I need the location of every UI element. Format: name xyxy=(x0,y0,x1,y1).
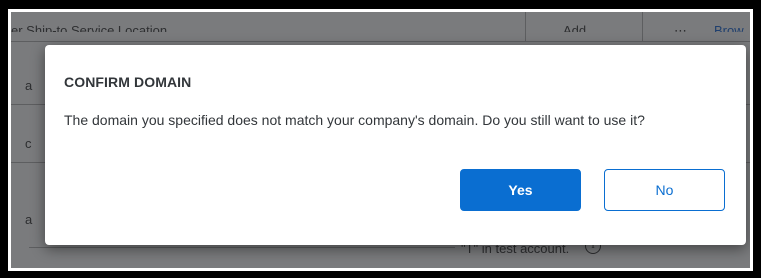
dialog-message: The domain you specified does not match … xyxy=(64,112,645,128)
no-button[interactable]: No xyxy=(604,169,725,211)
background-left-fragment: a xyxy=(25,212,33,227)
background-more-icon: ⋯ xyxy=(674,23,687,38)
screenshot-frame: er Ship-to Service Location Add ⋯ Brow a… xyxy=(8,9,753,271)
confirm-domain-dialog: CONFIRM DOMAIN The domain you specified … xyxy=(45,45,746,245)
yes-button[interactable]: Yes xyxy=(460,169,581,211)
background-divider xyxy=(11,41,750,42)
background-browse-link: Brow xyxy=(714,23,744,38)
background-header-text: er Ship-to Service Location xyxy=(11,23,168,38)
background-left-fragment: a xyxy=(25,78,33,93)
background-add-label: Add xyxy=(563,23,587,38)
dialog-title: CONFIRM DOMAIN xyxy=(64,74,192,90)
background-left-fragment: c xyxy=(25,136,32,151)
background-divider xyxy=(642,12,643,42)
background-input-underline xyxy=(29,247,455,248)
background-divider xyxy=(525,12,526,42)
